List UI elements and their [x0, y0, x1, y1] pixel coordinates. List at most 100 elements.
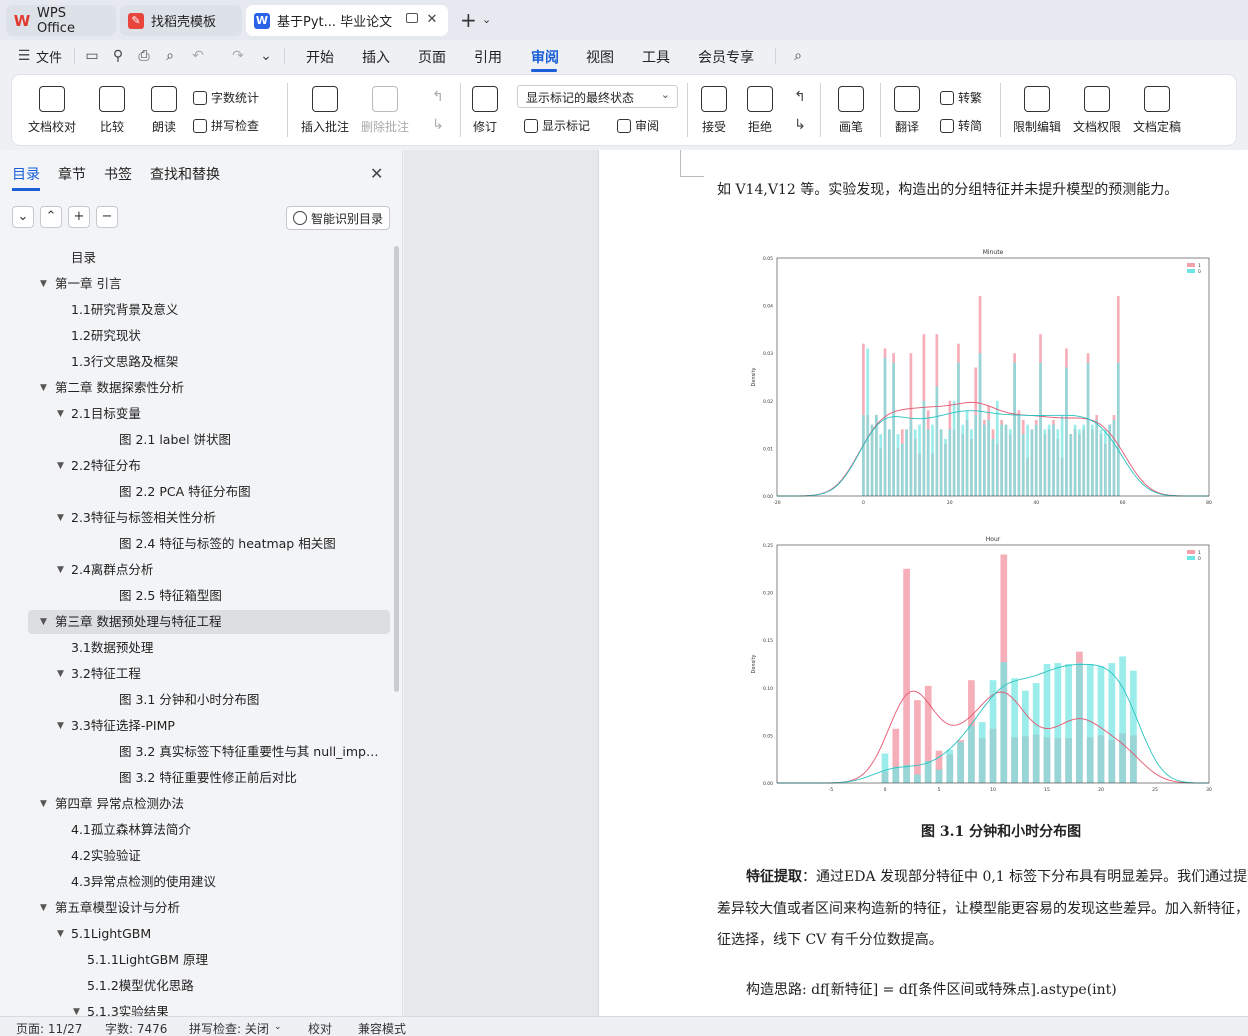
restrict-edit-button[interactable]: 限制编辑: [1013, 86, 1061, 135]
tab-wps-office[interactable]: W WPS Office: [6, 5, 116, 36]
search-icon[interactable]: ⌕: [790, 48, 806, 64]
undo-icon[interactable]: ↶: [190, 48, 206, 64]
to-traditional-button[interactable]: 转繁: [940, 89, 982, 106]
finalize-button[interactable]: 文档定稿: [1133, 86, 1181, 135]
previous-revision-icon[interactable]: ↰: [792, 89, 808, 105]
toc-item[interactable]: 第四章 异常点检测办法: [55, 792, 184, 816]
collapse-all-icon[interactable]: ⌃: [40, 206, 62, 228]
pen-button[interactable]: 画笔: [838, 86, 864, 135]
review-pane-button[interactable]: 审阅: [617, 117, 659, 134]
menu-tools[interactable]: 工具: [642, 47, 670, 67]
toc-item[interactable]: 第五章模型设计与分析: [55, 896, 180, 920]
window-icon[interactable]: [406, 13, 418, 23]
hamburger-icon[interactable]: ☰: [16, 48, 32, 64]
toc-item[interactable]: 1.2研究现状: [71, 324, 141, 348]
save-icon[interactable]: ▭: [84, 48, 100, 64]
revise-button[interactable]: 修订: [472, 86, 498, 135]
add-heading-icon[interactable]: +: [68, 206, 90, 228]
tab-document[interactable]: W 基于Pyt... 毕业论文 ✕: [246, 5, 448, 36]
remove-heading-icon[interactable]: −: [96, 206, 118, 228]
menu-view[interactable]: 视图: [586, 47, 614, 67]
accept-button[interactable]: 接受: [701, 86, 727, 135]
print-icon[interactable]: ⎙: [136, 48, 152, 64]
smart-toc-button[interactable]: 智能识别目录: [286, 206, 390, 230]
to-simplified-button[interactable]: 转简: [940, 117, 982, 134]
toc-item[interactable]: 图 2.1 label 饼状图: [119, 428, 231, 452]
menu-review[interactable]: 审阅: [531, 47, 559, 67]
expand-arrow-icon[interactable]: ▼: [57, 714, 64, 738]
toc-item[interactable]: 1.1研究背景及意义: [71, 298, 178, 322]
expand-arrow-icon[interactable]: ▼: [57, 922, 64, 946]
redo-icon[interactable]: ↷: [230, 48, 246, 64]
previous-comment-icon[interactable]: ↰: [430, 89, 446, 105]
sidebar-scrollbar[interactable]: [394, 246, 399, 692]
insert-comment-button[interactable]: 插入批注: [301, 86, 349, 135]
toc-item[interactable]: 5.1.1LightGBM 原理: [87, 948, 208, 972]
toc-item[interactable]: 2.1目标变量: [71, 402, 141, 426]
expand-arrow-icon[interactable]: ▼: [40, 610, 47, 634]
toc-item[interactable]: 5.1LightGBM: [71, 922, 151, 946]
next-comment-icon[interactable]: ↳: [430, 117, 446, 133]
toc-item[interactable]: 5.1.2模型优化思路: [87, 974, 194, 998]
expand-all-icon[interactable]: ⌄: [12, 206, 34, 228]
tab-docer[interactable]: ✎ 找稻壳模板: [120, 5, 242, 36]
toc-item[interactable]: 图 3.2 真实标签下特征重要性与其 null_impor ...: [119, 740, 385, 764]
menu-file[interactable]: 文件: [36, 47, 62, 66]
word-count-status[interactable]: 字数: 7476: [105, 1020, 167, 1036]
toc-item[interactable]: 2.4离群点分析: [71, 558, 153, 582]
close-icon[interactable]: ✕: [370, 164, 383, 183]
spell-check-button[interactable]: 拼写检查: [193, 117, 259, 134]
tab-chapters[interactable]: 章节: [58, 164, 86, 184]
tab-find-replace[interactable]: 查找和替换: [150, 164, 220, 184]
close-icon[interactable]: ✕: [424, 12, 440, 28]
toc-item[interactable]: 图 2.2 PCA 特征分布图: [119, 480, 251, 504]
toc-item[interactable]: 4.2实验验证: [71, 844, 141, 868]
toc-item[interactable]: 目录: [71, 246, 96, 270]
expand-arrow-icon[interactable]: ▼: [57, 506, 64, 530]
expand-arrow-icon[interactable]: ▼: [57, 558, 64, 582]
expand-arrow-icon[interactable]: ▼: [57, 662, 64, 686]
next-revision-icon[interactable]: ↳: [792, 117, 808, 133]
menu-insert[interactable]: 插入: [362, 47, 390, 67]
chevron-down-icon[interactable]: ⌄: [258, 48, 274, 64]
chevron-down-icon[interactable]: ⌄: [482, 13, 491, 26]
toc-item[interactable]: 第一章 引言: [55, 272, 121, 296]
new-tab-icon[interactable]: +: [460, 10, 477, 30]
menu-start[interactable]: 开始: [306, 47, 334, 67]
proof-status[interactable]: 校对: [308, 1020, 332, 1036]
chevron-down-icon[interactable]: ⌄: [274, 1022, 282, 1032]
toc-item[interactable]: 1.3行文思路及框架: [71, 350, 178, 374]
document-page[interactable]: 如 V14,V12 等。实验发现，构造出的分组特征并未提升模型的预测能力。 Mi…: [599, 150, 1248, 1016]
toc-item[interactable]: 第三章 数据预处理与特征工程: [55, 610, 221, 634]
read-aloud-button[interactable]: 朗读: [151, 86, 177, 135]
delete-comment-button[interactable]: 删除批注: [361, 86, 409, 135]
translate-button[interactable]: 翻译: [894, 86, 920, 135]
toc-item[interactable]: 图 2.5 特征箱型图: [119, 584, 222, 608]
expand-arrow-icon[interactable]: ▼: [57, 402, 64, 426]
menu-page[interactable]: 页面: [418, 47, 446, 67]
toc-item[interactable]: 3.2特征工程: [71, 662, 141, 686]
expand-arrow-icon[interactable]: ▼: [73, 1000, 80, 1016]
toc-item[interactable]: 4.3异常点检测的使用建议: [71, 870, 216, 894]
expand-arrow-icon[interactable]: ▼: [40, 272, 47, 296]
toc-item[interactable]: 图 3.1 分钟和小时分布图: [119, 688, 259, 712]
share-icon[interactable]: ⚲: [110, 48, 126, 64]
toc-item[interactable]: 3.1数据预处理: [71, 636, 153, 660]
expand-arrow-icon[interactable]: ▼: [40, 376, 47, 400]
doc-permission-button[interactable]: 文档权限: [1073, 86, 1121, 135]
proofread-button[interactable]: 文档校对: [28, 86, 76, 135]
show-markup-button[interactable]: 显示标记: [524, 117, 590, 134]
toc-item[interactable]: 2.2特征分布: [71, 454, 141, 478]
reject-button[interactable]: 拒绝: [747, 86, 773, 135]
expand-arrow-icon[interactable]: ▼: [40, 896, 47, 920]
toc-item[interactable]: 2.3特征与标签相关性分析: [71, 506, 216, 530]
tab-toc[interactable]: 目录: [12, 164, 40, 184]
word-count-button[interactable]: 字数统计: [193, 89, 259, 106]
toc-item[interactable]: 第二章 数据探索性分析: [55, 376, 184, 400]
markup-state-select[interactable]: 显示标记的最终状态 ⌄: [517, 85, 678, 108]
toc-item[interactable]: 4.1孤立森林算法简介: [71, 818, 191, 842]
tab-bookmarks[interactable]: 书签: [104, 164, 132, 184]
expand-arrow-icon[interactable]: ▼: [57, 454, 64, 478]
spell-check-status[interactable]: 拼写检查: 关闭: [189, 1020, 269, 1036]
compare-button[interactable]: 比较: [99, 86, 125, 135]
